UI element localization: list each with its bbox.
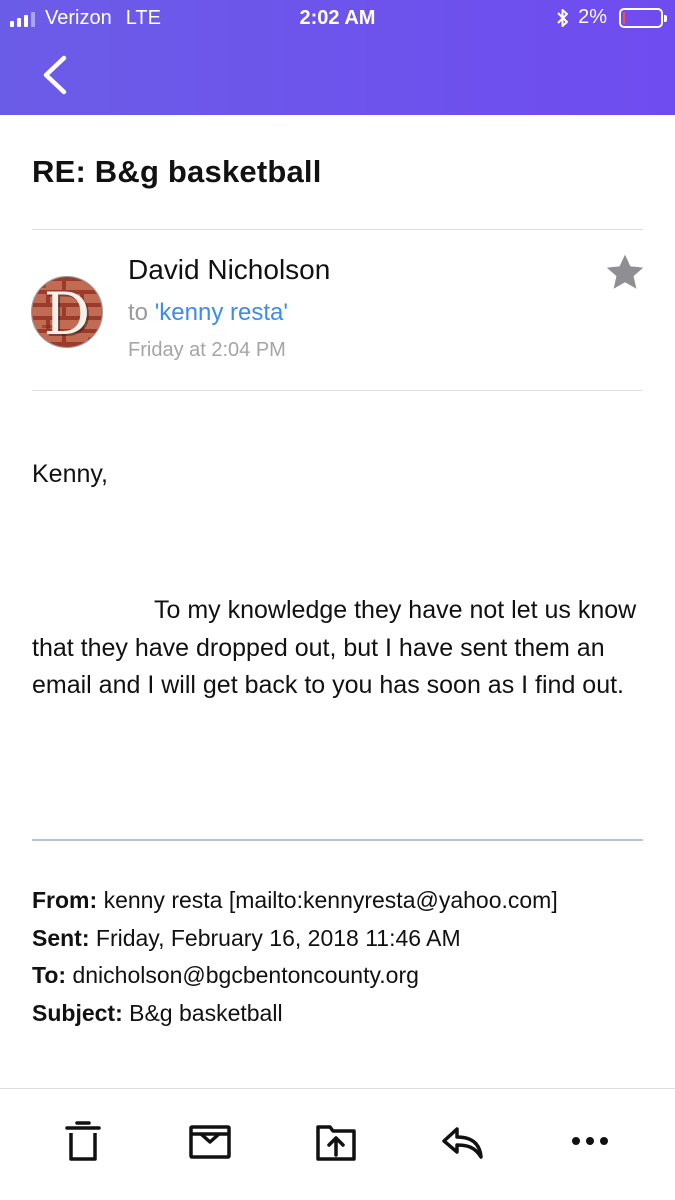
- recipient-name[interactable]: 'kenny resta': [155, 299, 288, 326]
- back-button[interactable]: [38, 54, 72, 96]
- sender-name[interactable]: David Nicholson: [128, 254, 330, 286]
- status-right: 2%: [556, 6, 667, 29]
- bottom-toolbar: [0, 1088, 675, 1200]
- quoted-header: From: kenny resta [mailto:kennyresta@yah…: [32, 882, 558, 1032]
- email-body: To my knowledge they have not let us kno…: [32, 596, 637, 699]
- from-label: From:: [32, 887, 98, 913]
- header-bar: Verizon LTE 2:02 AM 2%: [0, 0, 675, 115]
- email-date: Friday at 2:04 PM: [128, 339, 286, 361]
- battery-percent: 2%: [578, 6, 607, 28]
- to-label: To:: [32, 962, 67, 988]
- battery-icon: [619, 7, 667, 28]
- avatar-letter: D: [44, 280, 91, 348]
- recipient-line: to 'kenny resta': [128, 299, 288, 327]
- quoted-subject: Subject: B&g basketball: [32, 995, 558, 1033]
- quoted-sent: Sent: Friday, February 16, 2018 11:46 AM: [32, 920, 558, 958]
- status-bar: Verizon LTE 2:02 AM 2%: [0, 0, 675, 38]
- trash-icon[interactable]: [61, 1119, 105, 1163]
- subject-value: B&g basketball: [129, 999, 283, 1026]
- email-greeting: Kenny,: [32, 460, 108, 488]
- quote-divider: [32, 839, 643, 841]
- avatar[interactable]: D D: [31, 276, 103, 348]
- more-icon[interactable]: [568, 1119, 612, 1163]
- sent-value: Friday, February 16, 2018 11:46 AM: [95, 924, 461, 951]
- to-prefix: to: [128, 299, 149, 326]
- star-icon[interactable]: [604, 252, 646, 294]
- archive-icon[interactable]: [188, 1119, 232, 1163]
- move-icon[interactable]: [314, 1119, 358, 1163]
- divider: [32, 229, 643, 230]
- bluetooth-icon: [557, 8, 569, 27]
- sent-label: Sent:: [32, 924, 90, 951]
- quoted-from: From: kenny resta [mailto:kennyresta@yah…: [32, 882, 558, 920]
- to-value: dnicholson@bgcbentoncounty.org: [72, 962, 419, 988]
- reply-icon[interactable]: [440, 1119, 484, 1163]
- quoted-to: To: dnicholson@bgcbentoncounty.org: [32, 957, 558, 995]
- from-value: kenny resta [mailto:kennyresta@yahoo.com…: [103, 887, 558, 913]
- subject-label: Subject:: [32, 999, 123, 1026]
- divider: [32, 390, 643, 391]
- email-subject: RE: B&g basketball: [32, 154, 322, 189]
